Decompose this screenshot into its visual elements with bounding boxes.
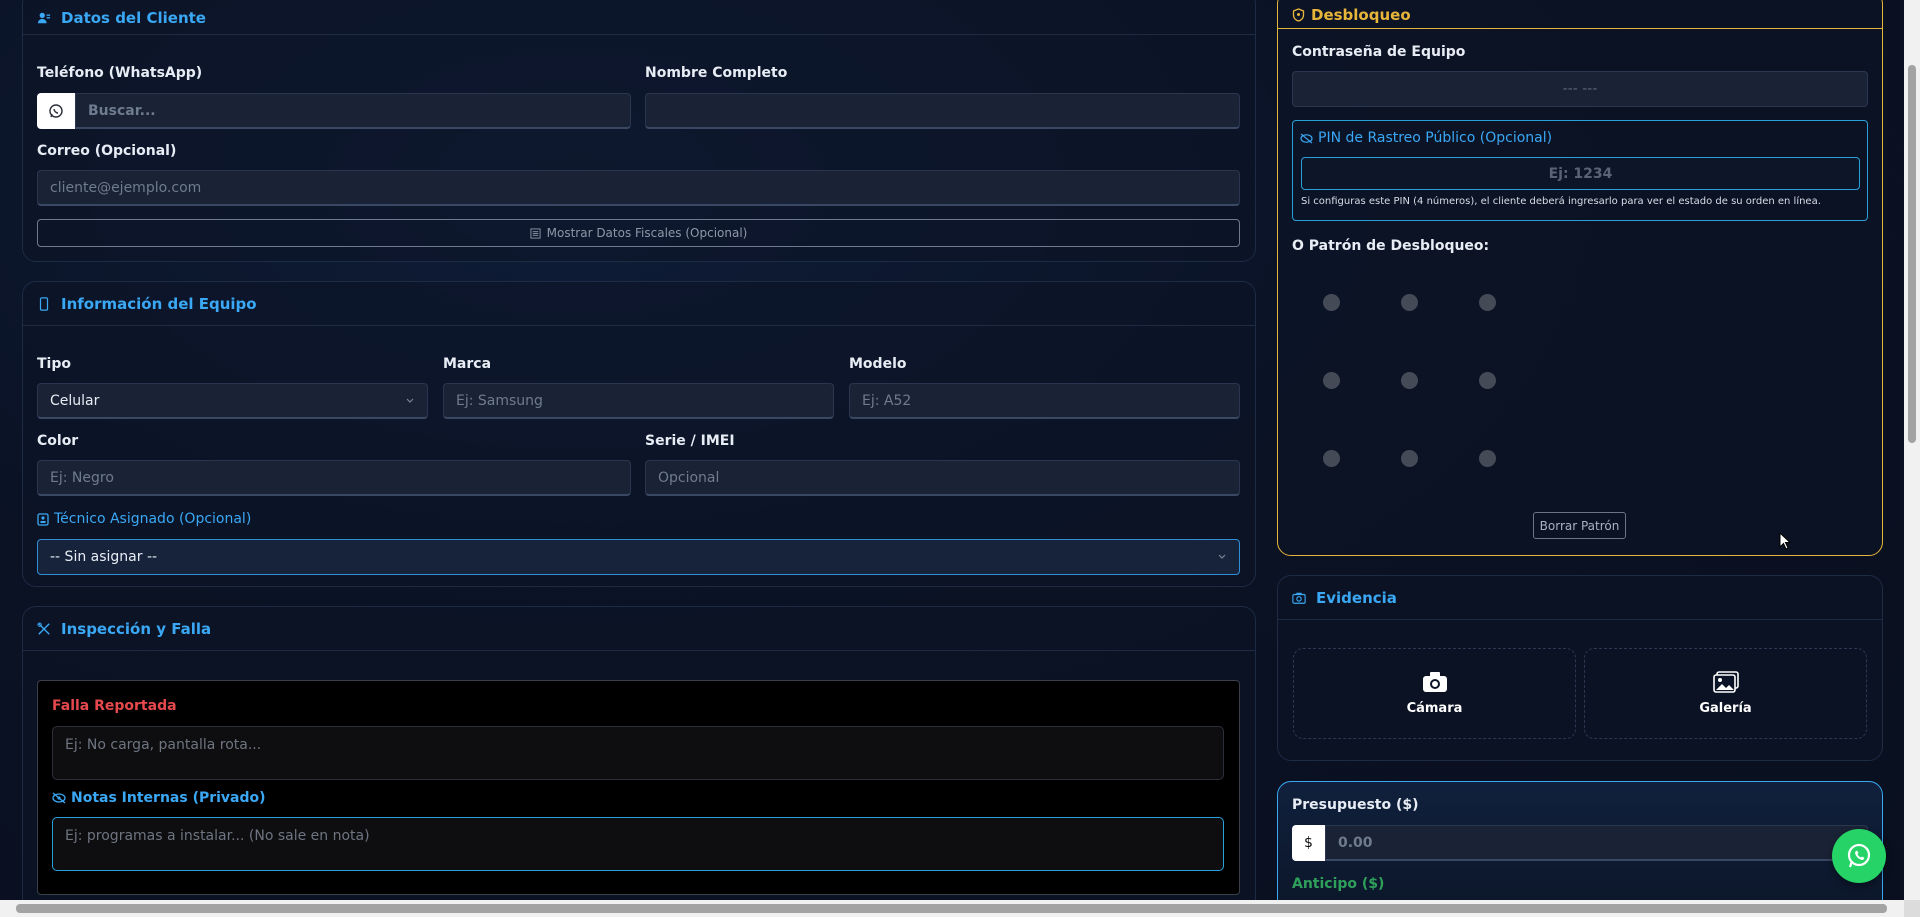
marca-input[interactable]: Ej: Samsung [443,383,834,419]
telefono-input[interactable]: Buscar... [75,93,631,129]
cliente-title: Datos del Cliente [61,8,206,27]
whatsapp-addon[interactable] [37,93,75,129]
image-icon [1712,671,1739,693]
evidencia-title: Evidencia [1316,588,1397,607]
inspeccion-title: Inspección y Falla [61,619,212,638]
whatsapp-icon [48,103,64,119]
pattern-dot-2[interactable] [1401,294,1418,311]
galeria-label: Galería [1699,701,1752,716]
presupuesto-input[interactable]: 0.00 [1325,825,1868,861]
pin-label: PIN de Rastreo Público (Opcional) [1318,130,1553,146]
tecnico-label: Técnico Asignado (Opcional) [54,511,252,527]
telefono-label: Teléfono (WhatsApp) [37,65,203,81]
user-icon [37,11,51,25]
pin-label-row: PIN de Rastreo Público (Opcional) [1300,130,1552,146]
whatsapp-icon [1845,842,1873,870]
pattern-dot-7[interactable] [1323,450,1340,467]
phone-icon [37,296,51,311]
desbloqueo-title: Desbloqueo [1311,5,1411,24]
modelo-input[interactable]: Ej: A52 [849,383,1240,419]
pattern-dot-6[interactable] [1479,372,1496,389]
presupuesto-label: Presupuesto ($) [1292,797,1419,813]
currency-addon: $ [1292,825,1325,861]
notas-label: Notas Internas (Privado) [71,790,266,806]
inspeccion-header: Inspección y Falla [23,607,1255,651]
tipo-label: Tipo [37,356,71,372]
nombre-label: Nombre Completo [645,65,788,81]
shield-icon [1292,7,1305,22]
anticipo-label: Anticipo ($) [1292,876,1385,892]
tipo-select[interactable]: Celular [37,383,428,419]
equipo-header: Información del Equipo [23,282,1255,326]
color-label: Color [37,433,79,449]
serie-label: Serie / IMEI [645,433,735,449]
correo-label: Correo (Opcional) [37,143,177,159]
pattern-dot-3[interactable] [1479,294,1496,311]
mostrar-fiscales-button[interactable]: Mostrar Datos Fiscales (Opcional) [37,219,1240,247]
badge-icon [37,512,49,526]
borrar-patron-button[interactable]: Borrar Patrón [1533,512,1626,539]
nombre-input[interactable] [645,93,1240,129]
pattern-dot-8[interactable] [1401,450,1418,467]
vertical-scrollbar-thumb[interactable] [1908,65,1916,443]
falla-textarea[interactable]: Ej: No carga, pantalla rota... [52,726,1224,780]
whatsapp-fab[interactable] [1832,829,1886,883]
marca-label: Marca [443,356,492,372]
mouse-cursor [1779,531,1792,554]
serie-input[interactable]: Opcional [645,460,1240,496]
correo-input[interactable]: cliente@ejemplo.com [37,170,1240,206]
modelo-label: Modelo [849,356,907,372]
tecnico-select[interactable]: -- Sin asignar -- [37,539,1240,575]
contrasena-label: Contraseña de Equipo [1292,44,1466,60]
patron-label: O Patrón de Desbloqueo: [1292,238,1490,254]
notas-textarea[interactable]: Ej: programas a instalar... (No sale en … [52,817,1224,871]
tools-icon [37,621,51,636]
desbloqueo-header: Desbloqueo [1278,0,1882,29]
pattern-dot-5[interactable] [1401,372,1418,389]
scrollbar-corner [1904,900,1920,917]
pin-input[interactable]: Ej: 1234 [1301,157,1860,190]
pattern-dot-1[interactable] [1323,294,1340,311]
tecnico-value: -- Sin asignar -- [50,549,158,565]
vertical-scrollbar-track[interactable] [1904,0,1920,900]
color-input[interactable]: Ej: Negro [37,460,631,496]
pin-help: Si configuras este PIN (4 números), el c… [1301,196,1821,207]
notas-label-row: Notas Internas (Privado) [52,790,266,806]
horizontal-scrollbar-track[interactable] [0,900,1904,917]
camera-icon [1292,591,1306,605]
mostrar-fiscales-label: Mostrar Datos Fiscales (Opcional) [546,226,748,240]
chevron-down-icon [405,396,415,406]
contrasena-input[interactable]: --- --- [1292,71,1868,107]
eye-slash-icon [1300,132,1313,144]
pattern-dot-9[interactable] [1479,450,1496,467]
equipo-title: Información del Equipo [61,294,257,313]
eye-slash-icon [52,792,66,804]
camera-icon [1422,671,1448,693]
tecnico-label-row: Técnico Asignado (Opcional) [37,511,251,527]
horizontal-scrollbar-thumb[interactable] [16,904,1887,913]
pattern-dot-4[interactable] [1323,372,1340,389]
tipo-value: Celular [50,392,100,409]
falla-label: Falla Reportada [52,698,177,714]
galeria-button[interactable]: Galería [1584,648,1867,739]
evidencia-header: Evidencia [1278,576,1882,620]
document-icon [530,227,541,239]
cliente-header: Datos del Cliente [23,0,1255,35]
camara-label: Cámara [1406,701,1463,716]
camara-button[interactable]: Cámara [1293,648,1576,739]
chevron-down-icon [1217,552,1227,562]
